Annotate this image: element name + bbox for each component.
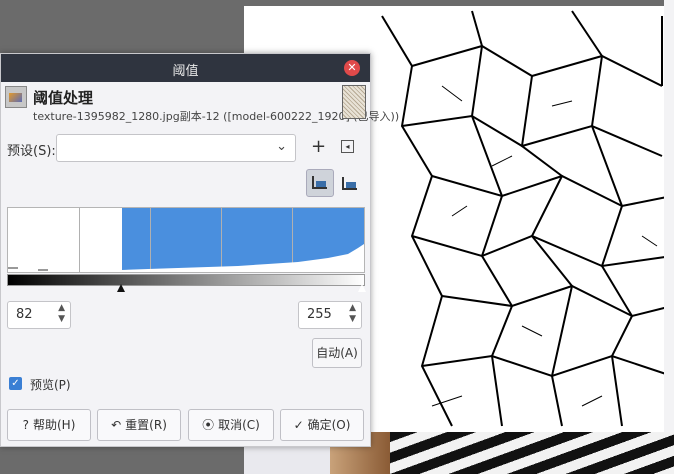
ok-button[interactable]: ✓ 确定(O) (280, 409, 364, 441)
linear-histogram-button[interactable] (306, 169, 334, 197)
close-icon[interactable]: ✕ (344, 60, 360, 76)
chevron-up-icon[interactable]: ▲ (58, 303, 65, 313)
linear-histogram-icon (312, 176, 327, 189)
high-threshold-handle[interactable] (358, 284, 366, 292)
chevron-up-icon[interactable]: ▲ (349, 303, 356, 313)
preview-checkbox[interactable]: ✓ (9, 377, 22, 390)
low-threshold-value: 82 (16, 307, 33, 322)
value-gradient (7, 274, 365, 286)
canvas-edge (664, 0, 674, 474)
low-threshold-handle[interactable] (117, 284, 125, 292)
chevron-down-icon[interactable]: ▼ (349, 314, 356, 324)
threshold-dialog: 阈值 ✕ 阈值处理 texture-1395982_1280.jpg副本-12 … (0, 53, 399, 447)
chevron-down-icon: ⌄ (276, 139, 287, 154)
chevron-down-icon[interactable]: ▼ (58, 314, 65, 324)
reset-icon: ↶ (111, 418, 122, 432)
crack-texture-image (381, 10, 673, 427)
threshold-tool-icon (5, 86, 27, 108)
log-histogram-icon (342, 177, 357, 190)
reset-label: 重置(R) (125, 418, 167, 432)
preview-label[interactable]: 预览(P) (30, 376, 71, 393)
image-thumbnail (342, 85, 366, 119)
add-preset-button[interactable]: + (311, 136, 326, 157)
cancel-button[interactable]: ⦿ 取消(C) (188, 409, 274, 441)
dialog-heading: 阈值处理 (33, 89, 94, 107)
high-threshold-spinner[interactable]: 255 ▲ ▼ (298, 301, 362, 329)
cancel-icon: ⦿ (202, 418, 215, 432)
ok-label: 确定(O) (307, 418, 351, 432)
low-threshold-spinner[interactable]: 82 ▲ ▼ (7, 301, 71, 329)
dialog-title: 阈值 (172, 64, 199, 79)
preset-combo[interactable]: ⌄ (56, 134, 296, 162)
cancel-label: 取消(C) (218, 418, 260, 432)
preset-menu-button[interactable]: ◂ (341, 140, 354, 153)
preset-label: 预设(S): (7, 144, 56, 159)
auto-button[interactable]: 自动(A) (312, 338, 362, 368)
checkmark-icon: ✓ (293, 418, 304, 432)
histogram-curve (8, 244, 364, 272)
high-threshold-value: 255 (307, 307, 332, 322)
help-label: 帮助(H) (32, 418, 76, 432)
log-histogram-button[interactable] (337, 171, 359, 193)
histogram[interactable] (7, 207, 365, 273)
help-button[interactable]: ? 帮助(H) (7, 409, 91, 441)
help-icon: ? (22, 418, 29, 432)
reset-button[interactable]: ↶ 重置(R) (97, 409, 181, 441)
dialog-titlebar[interactable]: 阈值 ✕ (1, 54, 370, 82)
